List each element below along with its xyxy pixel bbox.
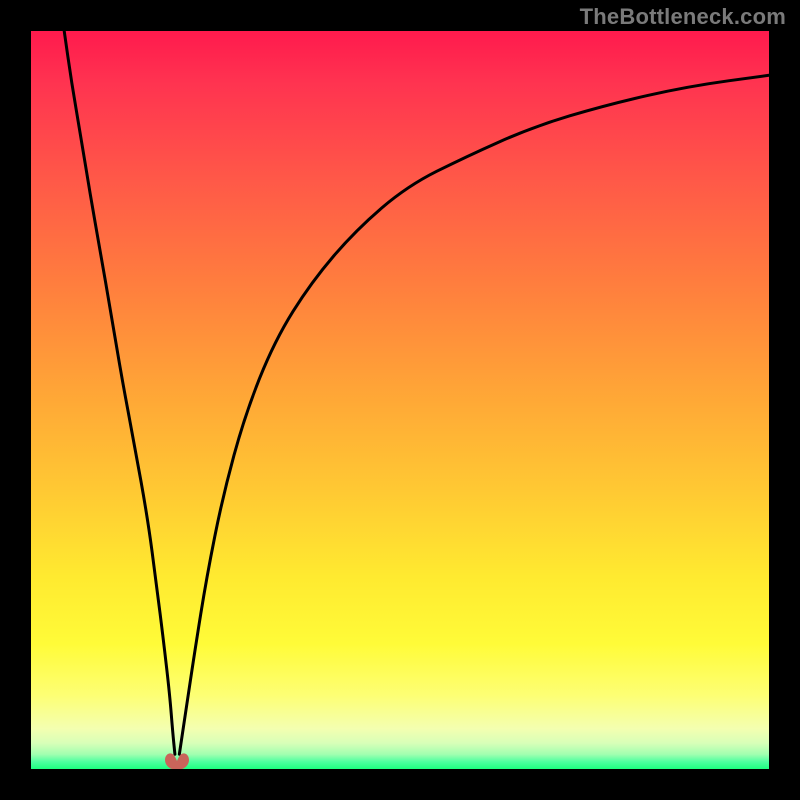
heart-icon xyxy=(165,754,189,769)
plot-area xyxy=(31,31,769,769)
curve-overlay xyxy=(31,31,769,769)
chart-stage: TheBottleneck.com xyxy=(0,0,800,800)
bottleneck-curve xyxy=(64,31,769,754)
watermark-text: TheBottleneck.com xyxy=(580,4,786,30)
heart-marker xyxy=(162,749,192,769)
